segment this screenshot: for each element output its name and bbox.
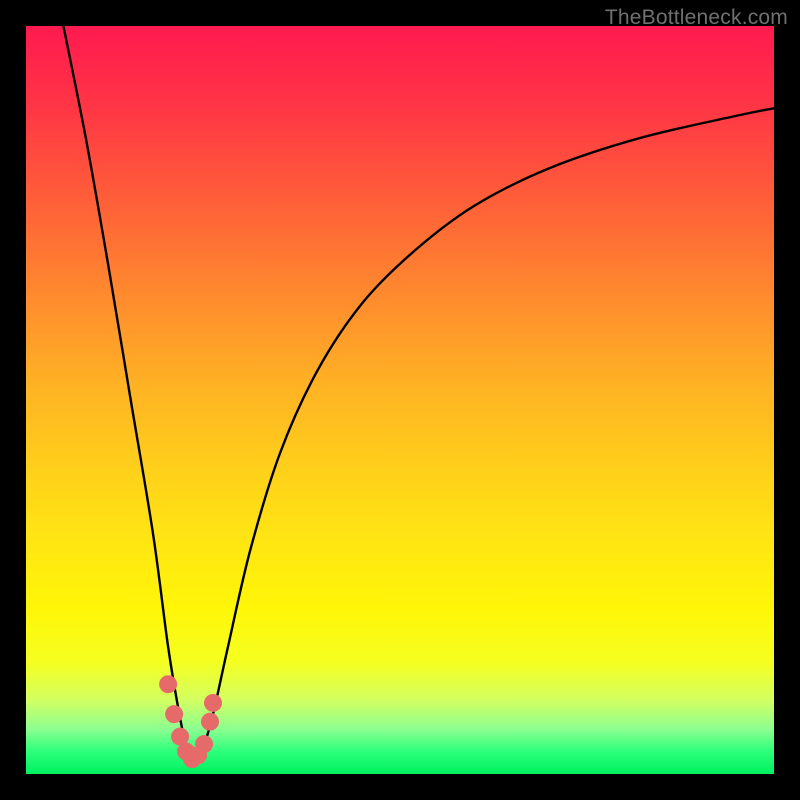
threshold-marker <box>201 713 219 731</box>
threshold-marker <box>204 694 222 712</box>
outer-frame: TheBottleneck.com <box>0 0 800 800</box>
bottleneck-curve <box>63 26 774 761</box>
plot-area <box>26 26 774 774</box>
threshold-marker <box>165 705 183 723</box>
chart-svg <box>26 26 774 774</box>
threshold-markers <box>159 675 222 768</box>
threshold-marker <box>159 675 177 693</box>
threshold-marker <box>195 735 213 753</box>
watermark-text: TheBottleneck.com <box>605 6 788 30</box>
